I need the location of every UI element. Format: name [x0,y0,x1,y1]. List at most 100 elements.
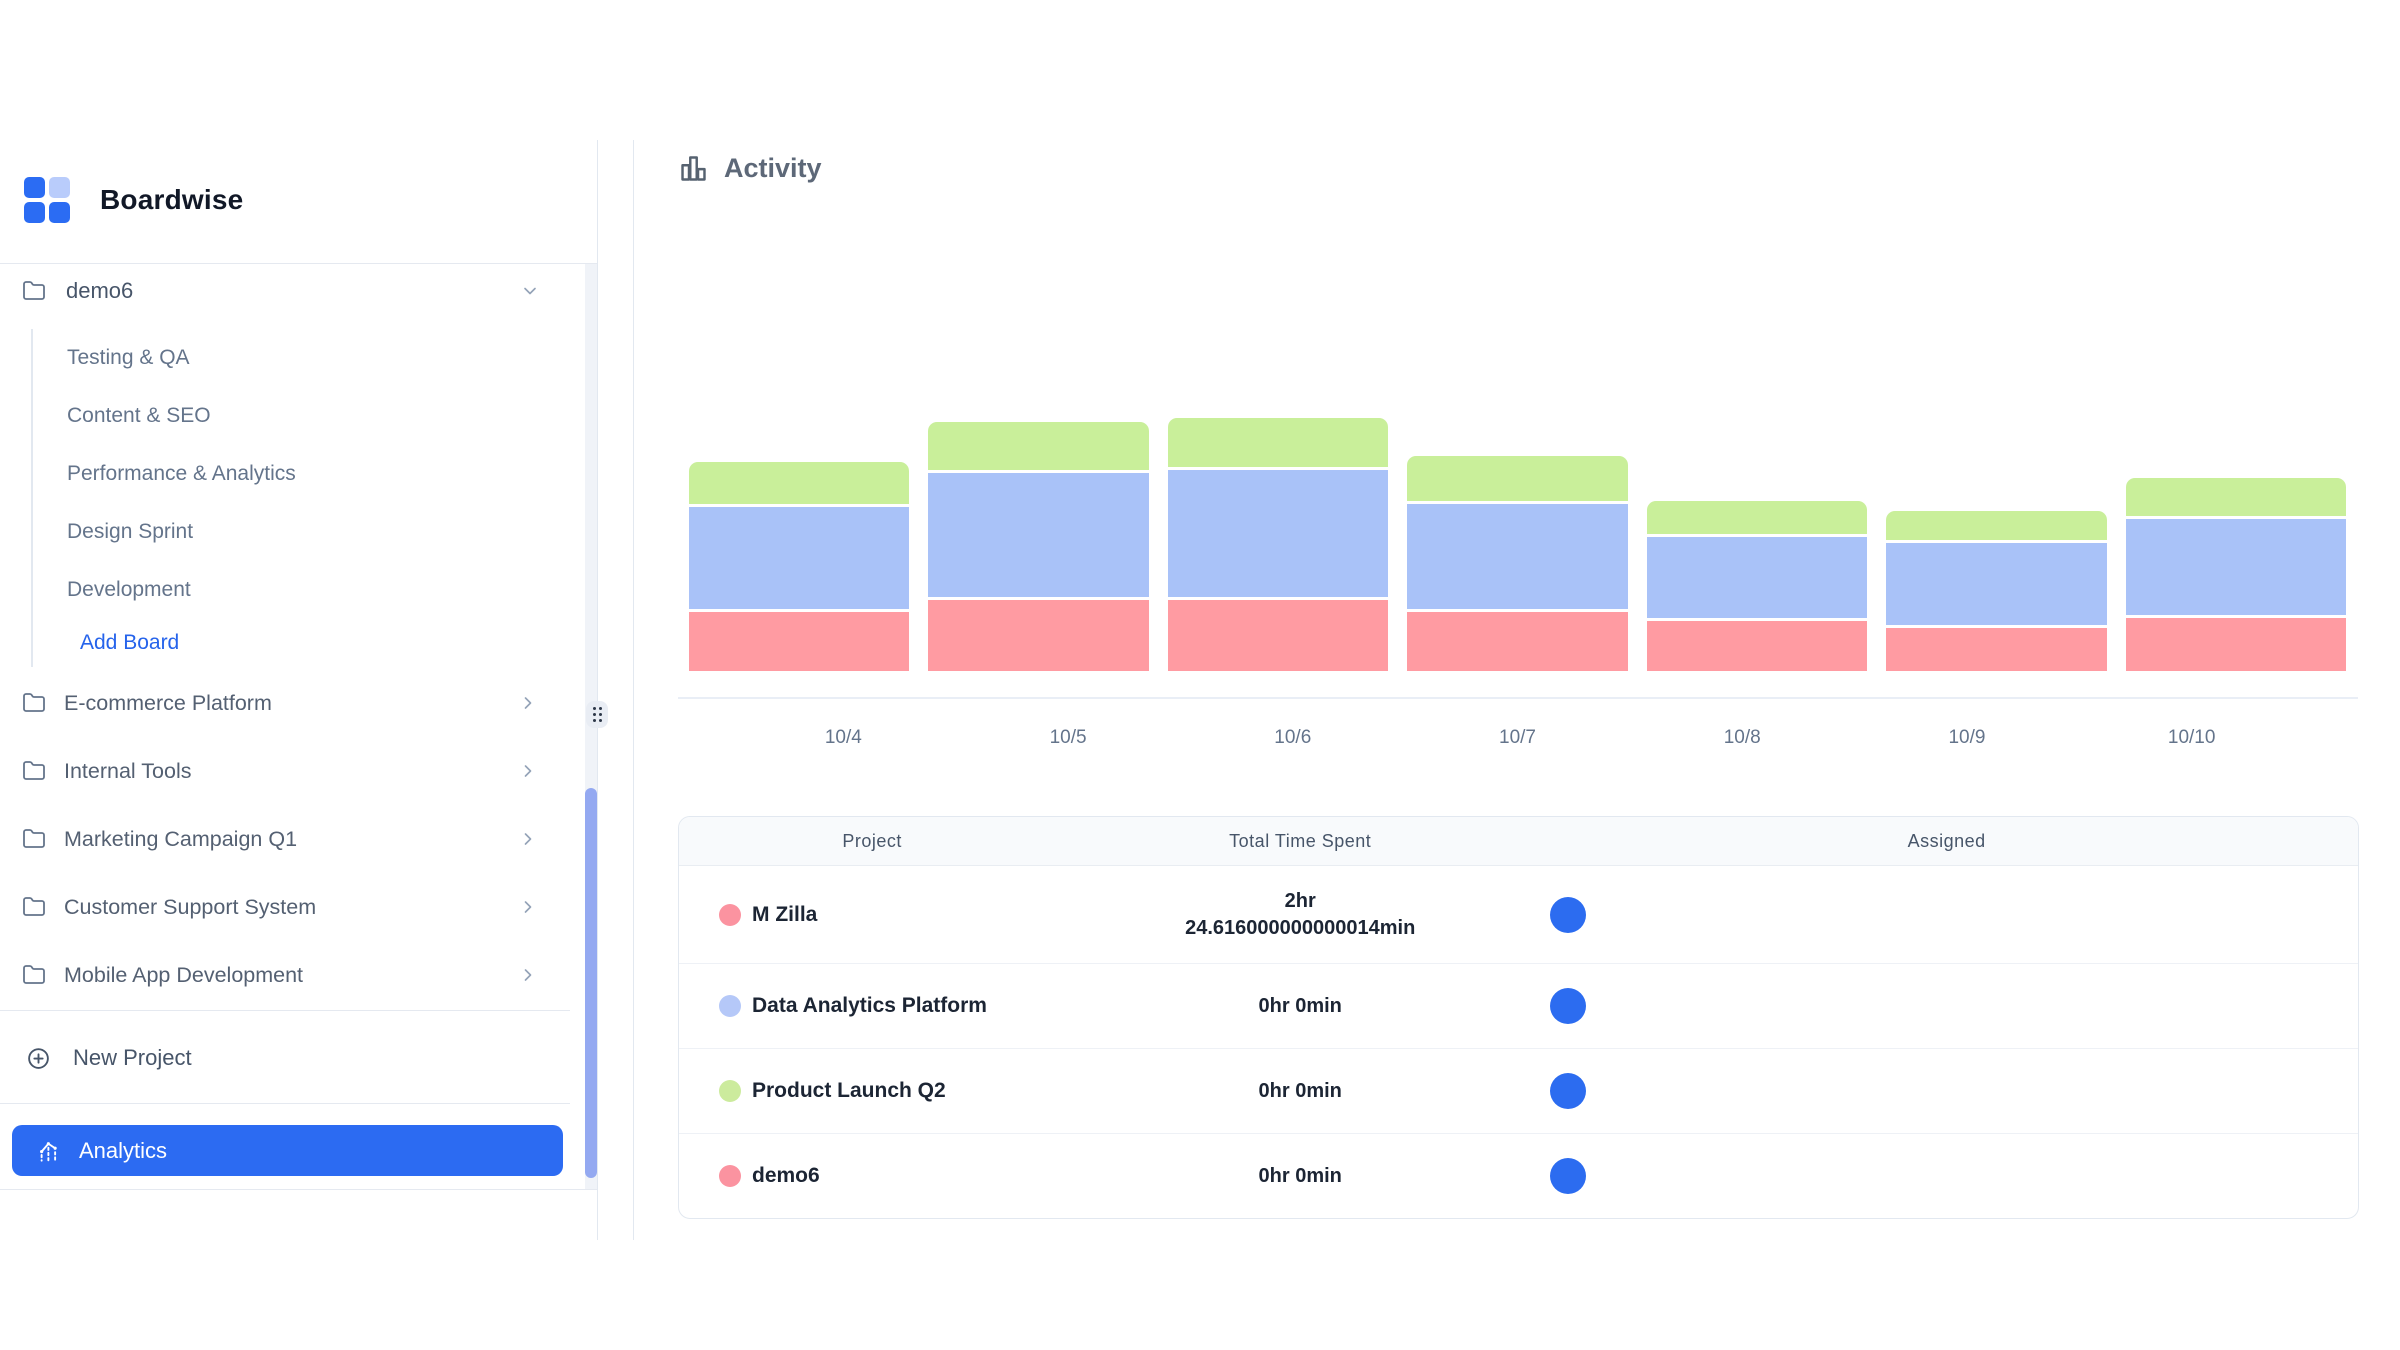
table-row: Product Launch Q2 0hr 0min [679,1048,2358,1133]
total-time-value: 0hr 0min [1259,1078,1342,1105]
sidebar-resize-handle[interactable] [586,701,608,728]
board-list: Testing & QAContent & SEOPerformance & A… [31,329,551,667]
sidebar-project-item[interactable]: Internal Tools [0,737,598,805]
bar-segment-green [1647,501,1867,534]
x-axis-label: 10/8 [1630,727,1855,749]
bar-10/4 [689,462,909,671]
bar-segment-green [1168,418,1388,467]
divider [0,1103,570,1104]
project-label: Internal Tools [64,759,192,784]
folder-icon [22,759,46,783]
activity-header: Activity [678,150,822,186]
sidebar-board-item[interactable]: Performance & Analytics [33,445,551,503]
project-label: Mobile App Development [64,963,303,988]
assigned-cell [1535,1158,2358,1194]
table-body: M Zilla 2hr 24.616000000000014min Data Ana… [679,866,2358,1218]
plus-circle-icon [26,1046,51,1071]
project-label: E-commerce Platform [64,691,272,716]
folder-icon [22,895,46,919]
column-header-project: Project [679,831,1065,852]
activity-title: Activity [724,153,822,184]
bar-10/8 [1647,501,1867,671]
assignee-avatar[interactable] [1550,897,1586,933]
sidebar-project-item[interactable]: Customer Support System [0,873,598,941]
sidebar-board-item[interactable]: Testing & QA [33,329,551,387]
bar-10/10 [2126,478,2346,671]
project-color-dot [719,904,741,926]
stacked-bar-chart [689,411,2346,671]
sidebar-board-item[interactable]: Development [33,561,551,619]
chevron-right-icon [518,897,538,917]
bar-segment-blue [1407,504,1627,609]
assignee-avatar[interactable] [1550,988,1586,1024]
main-panel-left-border [633,140,634,1240]
project-color-dot [719,995,741,1017]
sidebar-item-label: demo6 [66,278,133,304]
activity-table: Project Total Time Spent Assigned M Zill… [678,816,2359,1219]
project-label: Customer Support System [64,895,316,920]
x-axis-label: 10/4 [731,727,956,749]
folder-icon [22,963,46,987]
bar-segment-green [1886,511,2106,540]
bar-segment-blue [2126,519,2346,615]
bar-segment-green [2126,478,2346,516]
add-board-button[interactable]: Add Board [33,619,551,667]
bar-segment-red [1407,612,1627,671]
total-time-cell: 0hr 0min [1065,1163,1535,1190]
divider [0,1189,598,1190]
total-time-value: 2hr 24.616000000000014min [1175,888,1425,942]
brand-title: Boardwise [100,184,243,216]
new-project-label: New Project [73,1045,192,1071]
x-axis-label: 10/6 [1180,727,1405,749]
bar-segment-green [1407,456,1627,501]
table-row: Data Analytics Platform0hr 0min [679,963,2358,1048]
sidebar-project-item[interactable]: E-commerce Platform [0,669,598,737]
assigned-cell [1535,1073,2358,1109]
bar-10/6 [1168,418,1388,671]
assignee-avatar[interactable] [1550,1158,1586,1194]
bar-segment-blue [1168,470,1388,597]
table-header-row: Project Total Time Spent Assigned [679,817,2358,866]
project-name: M Zilla [752,903,817,927]
project-color-dot [719,1080,741,1102]
project-cell: Product Launch Q2 [679,1079,1065,1103]
analytics-button[interactable]: Analytics [12,1125,563,1176]
sidebar-board-item[interactable]: Design Sprint [33,503,551,561]
sidebar-scrollbar-thumb[interactable] [585,788,597,1178]
bar-segment-blue [1886,543,2106,625]
table-row: demo6 0hr 0min [679,1133,2358,1218]
assigned-cell [1535,988,2358,1024]
bar-segment-red [1647,621,1867,671]
sidebar-board-item[interactable]: Content & SEO [33,387,551,445]
sidebar-right-border [597,140,598,1240]
column-header-total-time: Total Time Spent [1065,831,1535,852]
sidebar-project-item[interactable]: Marketing Campaign Q1 [0,805,598,873]
chevron-down-icon [520,281,540,301]
project-name: Product Launch Q2 [752,1079,946,1103]
analytics-label: Analytics [79,1138,167,1164]
folder-icon [22,279,46,303]
x-axis-label: 10/10 [2079,727,2304,749]
assignee-avatar[interactable] [1550,1073,1586,1109]
project-name: demo6 [752,1164,820,1188]
brand-row: Boardwise [24,177,243,223]
bar-segment-red [1886,628,2106,671]
project-color-dot [719,1165,741,1187]
chevron-right-icon [518,761,538,781]
chart-axis-line [678,697,2358,699]
chevron-right-icon [518,965,538,985]
sidebar-item-demo6[interactable]: demo6 [0,269,560,313]
new-project-button[interactable]: New Project [0,1030,560,1086]
folder-icon [22,691,46,715]
sidebar-project-item[interactable]: Mobile App Development [0,941,598,1009]
project-name: Data Analytics Platform [752,994,987,1018]
project-cell: M Zilla [679,903,1065,927]
table-row: M Zilla 2hr 24.616000000000014min [679,866,2358,963]
assigned-cell [1535,897,2358,933]
project-list: E-commerce Platform Internal Tools Marketi… [0,669,598,1009]
bar-segment-green [928,422,1148,470]
boardwise-logo-icon [24,177,70,223]
sidebar: Boardwise demo6 Testing & QAContent & SE… [0,0,598,1240]
bar-segment-blue [928,473,1148,597]
divider [0,263,598,264]
